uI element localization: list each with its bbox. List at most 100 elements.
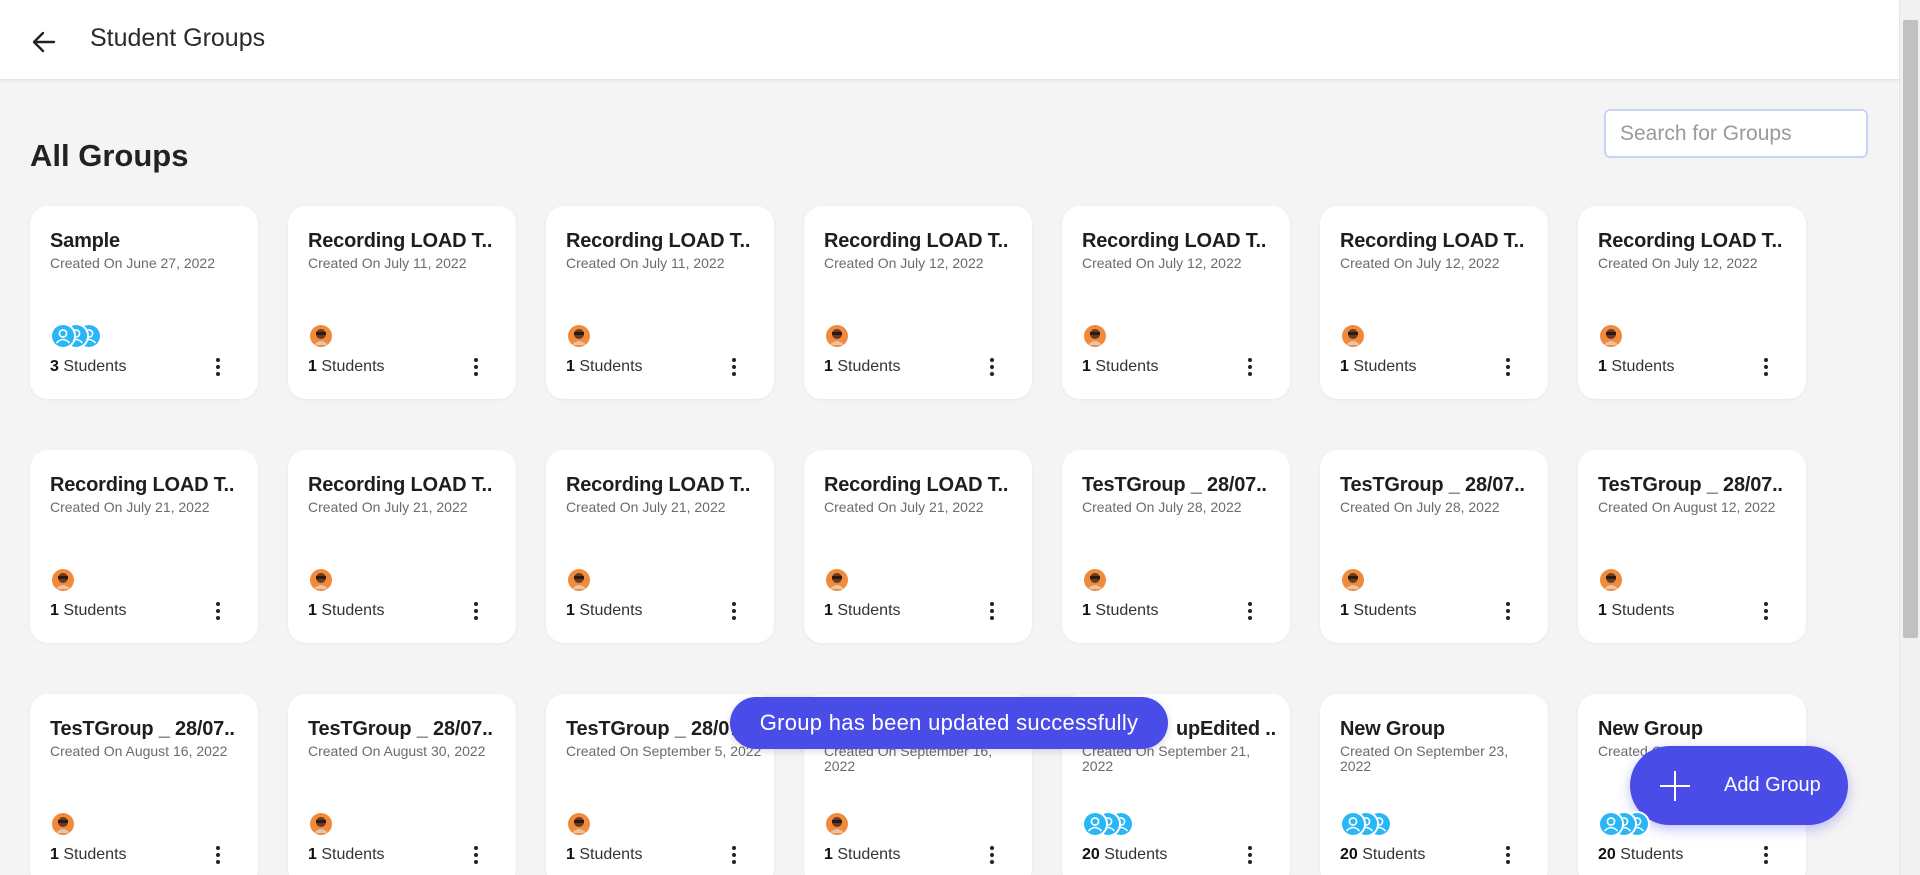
student-count: 1 Students [308, 358, 385, 376]
user-avatar-icon [824, 811, 850, 837]
group-name: New Group [1598, 718, 1703, 740]
user-avatar-icon [1082, 323, 1108, 349]
group-card[interactable]: Recording LOAD T.. Created On July 11, 2… [288, 206, 516, 399]
group-created-date: Created On July 21, 2022 [50, 499, 210, 515]
group-menu-button[interactable] [210, 598, 226, 624]
group-menu-button[interactable] [1758, 842, 1774, 868]
group-card[interactable]: Recording LOAD T.. Created On July 21, 2… [546, 450, 774, 643]
group-menu-button[interactable] [1500, 598, 1516, 624]
back-button[interactable] [28, 28, 60, 56]
group-menu-button[interactable] [726, 598, 742, 624]
group-card[interactable]: TesTGroup _ 28/07.. Created On August 12… [1578, 450, 1806, 643]
group-avatar-stack [824, 567, 850, 593]
group-menu-button[interactable] [726, 354, 742, 380]
group-name: Recording LOAD T.. [1340, 230, 1525, 252]
group-card[interactable]: Recording LOAD T.. Created On July 12, 2… [804, 206, 1032, 399]
group-card[interactable]: TesTGroup _ 28/07.. Created On August 30… [288, 694, 516, 875]
group-avatar-stack [824, 323, 850, 349]
student-count-number: 1 [1340, 602, 1349, 619]
student-count-label: Students [837, 358, 901, 375]
group-card[interactable]: TesTGroup _ 28/07.. Created On July 28, … [1062, 450, 1290, 643]
group-menu-button[interactable] [210, 842, 226, 868]
group-menu-button[interactable] [1242, 842, 1258, 868]
student-count-label: Students [1611, 602, 1675, 619]
student-count: 1 Students [566, 846, 643, 864]
group-menu-button[interactable] [984, 842, 1000, 868]
group-name: TesTGroup _ 28/07.. [1082, 474, 1267, 496]
student-count: 1 Students [1598, 602, 1675, 620]
user-avatar-icon [566, 811, 592, 837]
group-avatar-stack [1598, 811, 1650, 837]
student-count: 1 Students [1340, 358, 1417, 376]
group-menu-button[interactable] [468, 354, 484, 380]
student-count-label: Students [1353, 358, 1417, 375]
group-name: Recording LOAD T.. [824, 474, 1009, 496]
group-menu-button[interactable] [1500, 354, 1516, 380]
group-menu-button[interactable] [210, 354, 226, 380]
group-menu-button[interactable] [984, 598, 1000, 624]
group-card[interactable]: Recording LOAD T.. Created On July 12, 2… [1320, 206, 1548, 399]
add-group-button[interactable]: Add Group [1630, 746, 1848, 825]
student-count-number: 20 [1598, 846, 1616, 863]
group-card[interactable]: TesTGroup _ 28/07.. Created On July 28, … [1320, 450, 1548, 643]
student-count: 1 Students [824, 358, 901, 376]
group-name: Recording LOAD T.. [566, 474, 751, 496]
add-group-label: Add Group [1724, 774, 1821, 796]
student-count: 1 Students [50, 846, 127, 864]
group-menu-button[interactable] [984, 354, 1000, 380]
group-avatar-stack [566, 811, 592, 837]
scrollbar-thumb[interactable] [1903, 20, 1918, 638]
group-name: Recording LOAD T.. [308, 230, 493, 252]
group-card[interactable]: Sample Created On June 27, 2022 3 Studen… [30, 206, 258, 399]
group-avatar-stack [1340, 811, 1392, 837]
group-menu-button[interactable] [1242, 598, 1258, 624]
group-avatar-stack [824, 811, 850, 837]
student-count-label: Students [1095, 358, 1159, 375]
student-count-label: Students [1611, 358, 1675, 375]
student-count-number: 1 [824, 358, 833, 375]
group-name: upEdited .. [1175, 718, 1276, 740]
page-scrollbar[interactable] [1899, 0, 1920, 875]
group-card[interactable]: Recording LOAD T.. Created On July 21, 2… [288, 450, 516, 643]
group-card[interactable]: Recording LOAD T.. Created On July 21, 2… [30, 450, 258, 643]
group-name: Recording LOAD T.. [50, 474, 235, 496]
student-count-label: Students [579, 602, 643, 619]
group-created-date: Created On July 21, 2022 [566, 499, 726, 515]
user-avatar-icon [566, 567, 592, 593]
student-count-label: Students [321, 358, 385, 375]
student-count-label: Students [1353, 602, 1417, 619]
group-avatar-stack [566, 323, 592, 349]
group-avatar-stack [1598, 567, 1624, 593]
student-count-number: 1 [1082, 358, 1091, 375]
user-avatar-icon [308, 323, 334, 349]
user-avatar-icon [566, 323, 592, 349]
search-input[interactable] [1604, 109, 1868, 158]
group-menu-button[interactable] [726, 842, 742, 868]
group-card[interactable]: Recording LOAD T.. Created On July 12, 2… [1578, 206, 1806, 399]
group-menu-button[interactable] [1758, 598, 1774, 624]
user-avatar-icon [1340, 323, 1366, 349]
student-count-number: 1 [1598, 358, 1607, 375]
student-count-number: 1 [308, 602, 317, 619]
group-menu-button[interactable] [1242, 354, 1258, 380]
group-card[interactable]: Recording LOAD T.. Created On July 12, 2… [1062, 206, 1290, 399]
group-menu-button[interactable] [1500, 842, 1516, 868]
group-card[interactable]: New Group Created On September 23, 2022 … [1320, 694, 1548, 875]
group-name: Recording LOAD T.. [308, 474, 493, 496]
group-menu-button[interactable] [1758, 354, 1774, 380]
student-count: 1 Students [1082, 602, 1159, 620]
student-count-number: 1 [50, 846, 59, 863]
student-count-number: 1 [1598, 602, 1607, 619]
group-menu-button[interactable] [468, 598, 484, 624]
group-card[interactable]: Recording LOAD T.. Created On July 21, 2… [804, 450, 1032, 643]
group-created-date: Created On August 16, 2022 [50, 743, 228, 759]
student-count-label: Students [63, 602, 127, 619]
group-created-date: Created On July 21, 2022 [308, 499, 468, 515]
page-title: Student Groups [90, 24, 266, 52]
group-card[interactable]: TesTGroup _ 28/07.. Created On August 16… [30, 694, 258, 875]
user-avatar-icon [1082, 567, 1108, 593]
group-card[interactable]: Recording LOAD T.. Created On July 11, 2… [546, 206, 774, 399]
group-name: Recording LOAD T.. [824, 230, 1009, 252]
group-name: TesTGroup _ 28/07.. [1340, 474, 1525, 496]
group-menu-button[interactable] [468, 842, 484, 868]
